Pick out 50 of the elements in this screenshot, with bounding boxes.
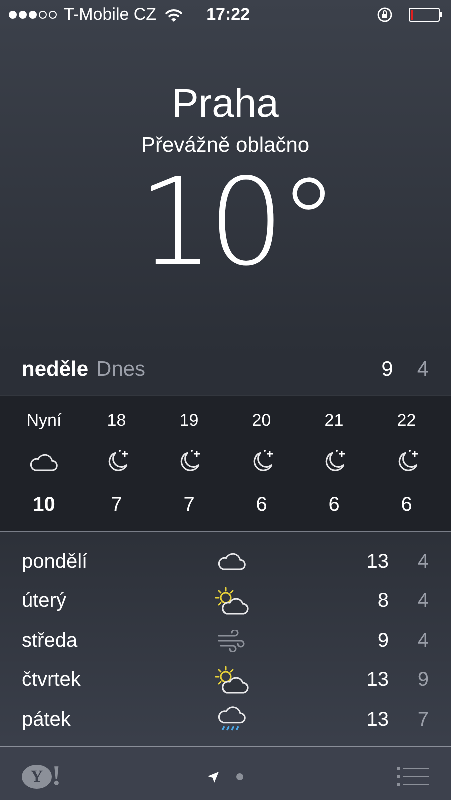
low-temperature: 7 <box>416 708 429 733</box>
low-temperature: 4 <box>416 628 429 654</box>
wifi-icon <box>164 8 183 22</box>
hour-temperature: 6 <box>401 492 412 518</box>
rotation-lock-icon <box>377 7 393 23</box>
day-name: úterý <box>22 590 66 612</box>
day-name: pátek <box>22 708 71 731</box>
day-name: neděle <box>22 356 89 382</box>
hour-label: 19 <box>180 410 199 432</box>
signal-icon <box>8 10 60 20</box>
cloud-icon <box>29 452 60 474</box>
hour-temperature: 6 <box>256 492 268 518</box>
hour-label: Nyní <box>26 410 62 432</box>
cloud-icon <box>217 550 247 573</box>
hour-temperature: 6 <box>328 492 340 518</box>
partly-sunny-icon <box>215 587 249 616</box>
high-temperature: 9 <box>382 356 394 382</box>
high-temperature: 13 <box>366 668 389 694</box>
low-temperature: 4 <box>416 589 429 614</box>
city-name: Praha <box>171 82 280 126</box>
day-name: středa <box>22 630 78 652</box>
hour-label: 22 <box>397 410 416 432</box>
hour-label: 18 <box>107 410 126 432</box>
hour-temperature: 7 <box>184 492 195 518</box>
wind-icon <box>217 630 247 652</box>
low-temperature: 4 <box>417 356 429 382</box>
today-label: Dnes <box>96 356 146 382</box>
high-temperature: 9 <box>378 628 389 654</box>
hour-temperature: 7 <box>111 492 122 518</box>
day-name: pondělí <box>22 550 88 573</box>
list-icon[interactable] <box>397 766 429 788</box>
current-temperature: 10° <box>137 164 334 284</box>
page-dot[interactable] <box>236 773 244 781</box>
battery-icon <box>409 8 443 22</box>
carrier-name: T-Mobile CZ <box>64 4 157 26</box>
high-temperature: 13 <box>366 550 389 575</box>
high-temperature: 13 <box>366 708 389 733</box>
hour-temperature: 10 <box>33 492 56 518</box>
hour-label: 20 <box>252 410 272 432</box>
high-temperature: 8 <box>378 589 389 614</box>
logo-letter: Y <box>22 765 52 789</box>
partly-sunny-icon <box>215 666 249 694</box>
location-arrow-icon[interactable] <box>207 770 220 784</box>
logo-mark: ! <box>52 763 62 791</box>
hour-label: 21 <box>324 410 344 432</box>
low-temperature: 4 <box>416 550 429 575</box>
low-temperature: 9 <box>416 668 429 694</box>
status-time: 17:22 <box>206 4 250 26</box>
day-name: čtvrtek <box>22 669 81 692</box>
weather-condition: Převážně oblačno <box>140 133 311 159</box>
